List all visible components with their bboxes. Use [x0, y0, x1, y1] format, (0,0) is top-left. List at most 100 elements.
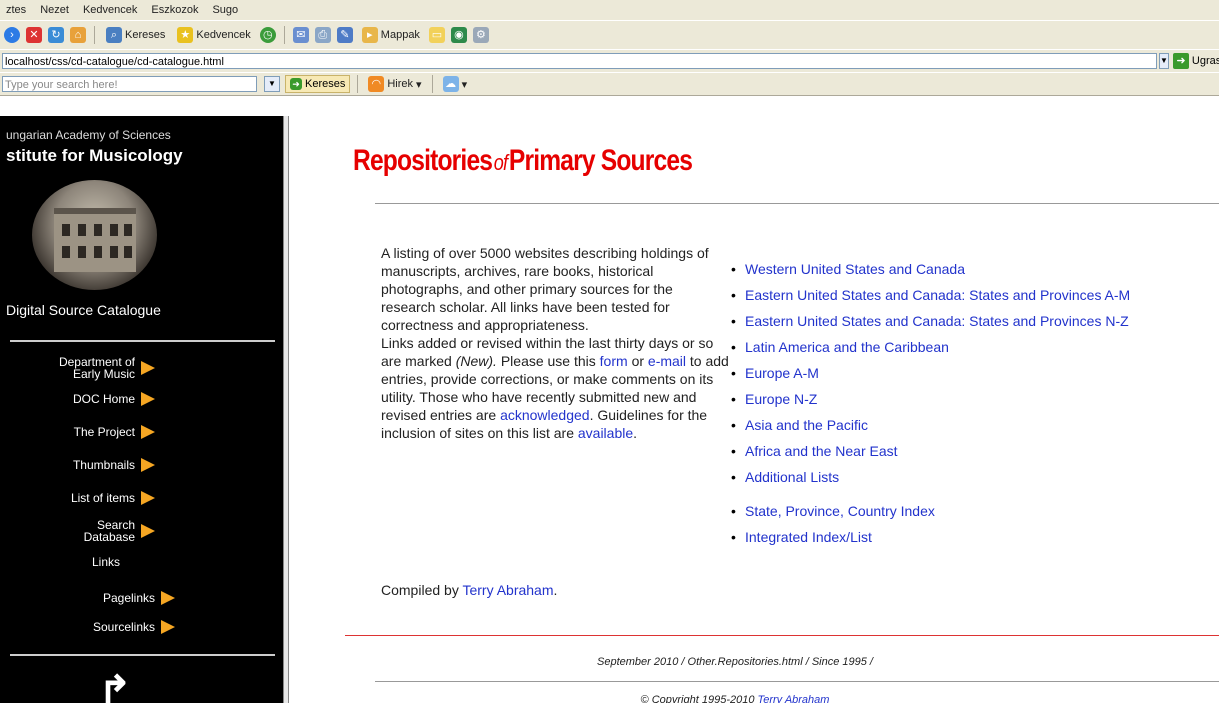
title-part1: Repositories	[353, 144, 493, 177]
weather-dropdown-icon: ▾	[461, 78, 468, 91]
nav-thumbnails[interactable]: Thumbnails	[73, 458, 155, 472]
folders-button[interactable]: ▸ Mappak	[359, 26, 423, 44]
region-link[interactable]: Western United States and Canada	[745, 261, 965, 277]
academy-name: ungarian Academy of Sciences	[6, 128, 171, 142]
history-icon[interactable]: ◷	[259, 27, 276, 43]
address-input[interactable]: localhost/css/cd-catalogue/cd-catalogue.…	[2, 53, 1157, 69]
address-dropdown-icon[interactable]: ▼	[1159, 53, 1169, 69]
notes-icon[interactable]: ▭	[428, 27, 445, 43]
go-button[interactable]: ➜ Ugras	[1172, 53, 1219, 69]
favorites-button[interactable]: ★ Kedvencek	[174, 26, 253, 44]
search-button-label: Kereses	[125, 29, 166, 41]
news-button[interactable]: ◠ Hirek ▾	[365, 75, 424, 93]
edit-icon[interactable]: ✎	[336, 27, 353, 43]
list-item: Integrated Index/List	[727, 528, 1130, 554]
address-bar: localhost/css/cd-catalogue/cd-catalogue.…	[0, 49, 1219, 72]
nav-search-database[interactable]: Search Database	[84, 519, 155, 543]
list-item: Latin America and the Caribbean	[727, 338, 1130, 364]
search-input[interactable]: Type your search here!	[2, 76, 257, 92]
search-icon: ⌕	[106, 27, 122, 43]
available-link[interactable]: available	[578, 425, 633, 441]
toolbar-separator	[94, 26, 95, 44]
list-item: Asia and the Pacific	[727, 416, 1130, 442]
nav-sourcelinks-label: Sourcelinks	[92, 620, 155, 634]
forward-icon[interactable]: ›	[4, 27, 20, 43]
region-link[interactable]: Latin America and the Caribbean	[745, 339, 949, 355]
menu-item-tools[interactable]: Eszkozok	[151, 4, 198, 16]
region-link[interactable]: Additional Lists	[745, 469, 839, 485]
building-image	[54, 208, 136, 272]
menu-item-favorites[interactable]: Kedvencek	[83, 4, 137, 16]
nav-pagelinks-label: Pagelinks	[102, 591, 155, 605]
list-item: Africa and the Near East	[727, 442, 1130, 468]
main-content: RepositoriesofPrimary Sources A listing …	[289, 116, 1219, 703]
search-placeholder: Type your search here!	[5, 79, 118, 91]
folders-button-label: Mappak	[380, 29, 420, 41]
list-item: Western United States and Canada	[727, 260, 1130, 286]
arrow-right-icon	[141, 491, 155, 505]
list-item: Europe N-Z	[727, 390, 1130, 416]
print-icon[interactable]: ⎙	[314, 27, 331, 43]
nav-project[interactable]: The Project	[74, 425, 155, 439]
title-part2: Primary Sources	[508, 144, 693, 177]
region-link[interactable]: Asia and the Pacific	[745, 417, 868, 433]
compiled-period: .	[553, 582, 558, 598]
toolbar-separator	[357, 75, 359, 93]
nav-links-label: Links	[92, 555, 121, 569]
search-go-icon: ➜	[290, 78, 302, 90]
region-link[interactable]: Eastern United States and Canada: States…	[745, 287, 1130, 303]
nav-pagelinks[interactable]: Pagelinks	[103, 591, 175, 605]
nav-department[interactable]: Department of Early Music	[59, 356, 155, 380]
region-link[interactable]: Africa and the Near East	[745, 443, 898, 459]
arrow-right-icon	[141, 425, 155, 439]
arrow-right-icon	[141, 392, 155, 406]
footer-divider	[375, 681, 1219, 682]
star-icon: ★	[177, 27, 194, 43]
nav-doc-home[interactable]: DOC Home	[73, 392, 155, 406]
home-icon[interactable]: ⌂	[70, 27, 86, 43]
search-go-button[interactable]: ➜ Kereses	[285, 75, 351, 93]
search-button[interactable]: ⌕ Kereses	[103, 26, 168, 44]
stop-icon[interactable]: ✕	[26, 27, 42, 43]
nav-links[interactable]: Links	[92, 556, 120, 568]
tools-icon[interactable]: ⚙	[472, 27, 489, 43]
favorites-button-label: Kedvencek	[196, 29, 251, 41]
search-dropdown-icon[interactable]: ▼	[264, 76, 280, 92]
region-link[interactable]: Eastern United States and Canada: States…	[745, 313, 1129, 329]
email-link[interactable]: e-mail	[648, 353, 686, 369]
sidebar-divider	[10, 654, 275, 656]
region-link[interactable]: Europe A-M	[745, 365, 819, 381]
weather-icon: ☁	[442, 76, 459, 92]
weather-button[interactable]: ☁ ▾	[440, 75, 471, 93]
menu-item-edit[interactable]: ztes	[6, 4, 26, 16]
acknowledged-link[interactable]: acknowledged	[500, 407, 590, 423]
region-links: Western United States and Canada Eastern…	[727, 260, 1130, 554]
compiled-prefix: Compiled by	[381, 582, 459, 598]
index-link[interactable]: Integrated Index/List	[745, 529, 872, 545]
compiled-by: Compiled by Terry Abraham.	[381, 582, 557, 598]
copyright-link[interactable]: Terry Abraham	[758, 694, 830, 703]
mail-icon[interactable]: ✉	[292, 27, 309, 43]
copyright: © Copyright 1995-2010 Terry Abraham	[345, 694, 1125, 703]
search-toolbar: Type your search here! ▼ ➜ Kereses ◠ Hirek…	[0, 72, 1219, 95]
nav-sourcelinks[interactable]: Sourcelinks	[93, 620, 175, 634]
compiler-link[interactable]: Terry Abraham	[462, 582, 553, 598]
menu-item-help[interactable]: Sugo	[212, 4, 238, 16]
browser-chrome: ztes Nezet Kedvencek Eszkozok Sugo › ✕ ↻…	[0, 0, 1219, 96]
intro-paragraph-1: A listing of over 5000 websites describi…	[381, 245, 709, 333]
index-link[interactable]: State, Province, Country Index	[745, 503, 935, 519]
title-of: of	[493, 150, 508, 175]
building-photo	[32, 180, 157, 290]
form-link[interactable]: form	[600, 353, 628, 369]
nav-list-label: List of items	[70, 491, 135, 505]
arrow-right-icon	[161, 620, 175, 634]
messenger-icon[interactable]: ◉	[450, 27, 467, 43]
arrow-right-icon	[141, 524, 155, 538]
menu-bar: ztes Nezet Kedvencek Eszkozok Sugo	[0, 0, 1219, 20]
menu-item-view[interactable]: Nezet	[40, 4, 69, 16]
refresh-icon[interactable]: ↻	[48, 27, 64, 43]
list-item: Additional Lists	[727, 468, 1130, 494]
arrow-right-icon	[141, 458, 155, 472]
region-link[interactable]: Europe N-Z	[745, 391, 817, 407]
nav-list-of-items[interactable]: List of items	[71, 491, 155, 505]
